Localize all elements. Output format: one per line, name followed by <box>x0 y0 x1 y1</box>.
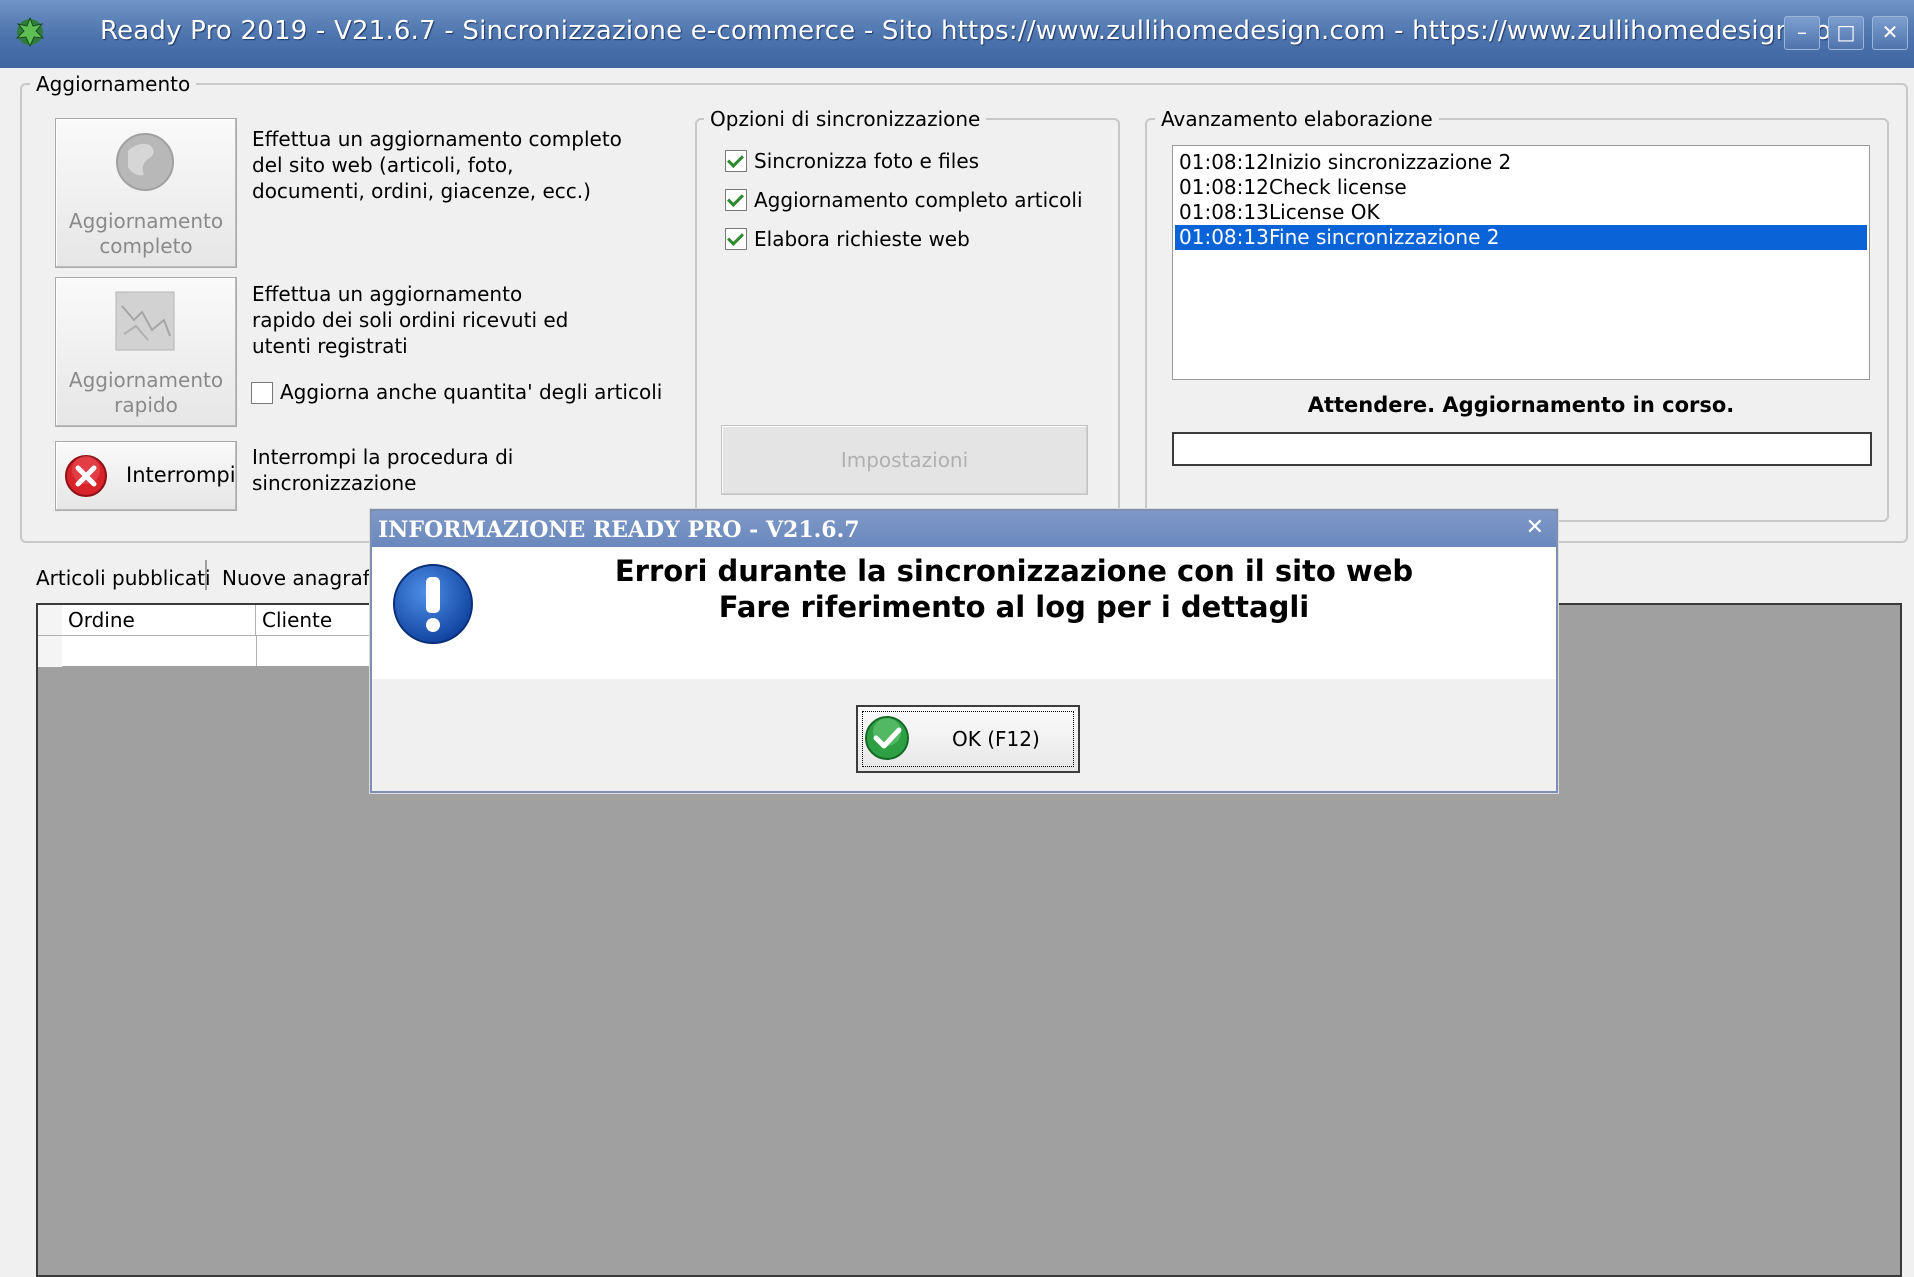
aggiornamento-completo-description: Effettua un aggiornamento completo del s… <box>252 126 622 204</box>
dialog-message-line: Errori durante la sincronizzazione con i… <box>614 554 1414 588</box>
log-text: Fine sincronizzazione 2 <box>1269 225 1500 249</box>
dialog-title-bar[interactable]: INFORMAZIONE READY PRO - V21.6.7 ✕ <box>372 511 1556 547</box>
window-title-bar[interactable]: Ready Pro 2019 - V21.6.7 - Sincronizzazi… <box>0 0 1914 68</box>
aggiornamento-rapido-description: Effettua un aggiornamento rapido dei sol… <box>252 281 568 359</box>
grid-cell[interactable] <box>62 636 257 666</box>
ok-label: OK (F12) <box>952 727 1040 751</box>
interrompi-button[interactable]: Interrompi <box>55 441 237 511</box>
aggiornamento-completo-articoli-checkbox[interactable] <box>725 189 747 211</box>
tab-nuove-anagrafiche[interactable]: Nuove anagrafi <box>222 566 375 590</box>
impostazioni-button[interactable]: Impostazioni <box>721 425 1088 495</box>
window-title: Ready Pro 2019 - V21.6.7 - Sincronizzazi… <box>100 16 1857 46</box>
elabora-richieste-web-label: Elabora richieste web <box>754 227 970 251</box>
row-header-column <box>38 605 63 667</box>
sincronizza-foto-checkbox[interactable] <box>725 150 747 172</box>
dialog-title: INFORMAZIONE READY PRO - V21.6.7 <box>378 517 860 543</box>
dialog-close-icon[interactable]: ✕ <box>1526 515 1544 540</box>
progress-bar <box>1172 432 1872 466</box>
tab-separator <box>205 560 207 590</box>
desc-line: documenti, ordini, giacenze, ecc.) <box>252 179 591 203</box>
close-button[interactable]: ✕ <box>1872 16 1908 50</box>
desc-line: sincronizzazione <box>252 471 417 495</box>
aggiorna-quantita-label: Aggiorna anche quantita' degli articoli <box>280 380 663 404</box>
dialog-message: Errori durante la sincronizzazione con i… <box>484 553 1544 625</box>
log-time: 01:08:12 <box>1179 150 1269 174</box>
desc-line: rapido dei soli ordini ricevuti ed <box>252 308 569 332</box>
app-icon <box>12 14 48 50</box>
log-entry-selected[interactable]: 01:08:13Fine sincronizzazione 2 <box>1175 225 1867 250</box>
globe-icon <box>114 131 176 193</box>
log-entry[interactable]: 01:08:13License OK <box>1175 200 1867 225</box>
stop-icon <box>64 454 108 498</box>
elabora-richieste-web-checkbox[interactable] <box>725 228 747 250</box>
aggiornamento-completo-button[interactable]: Aggiornamento completo <box>55 118 237 268</box>
dialog-message-line: Fare riferimento al log per i dettagli <box>718 590 1310 624</box>
avanzamento-group-label: Avanzamento elaborazione <box>1155 107 1439 131</box>
info-exclamation-icon <box>392 563 474 645</box>
log-listbox[interactable]: 01:08:12Inizio sincronizzazione 2 01:08:… <box>1172 145 1870 380</box>
desc-line: utenti registrati <box>252 334 408 358</box>
ok-button[interactable]: OK (F12) <box>856 705 1080 773</box>
log-time: 01:08:13 <box>1179 200 1269 224</box>
aggiornamento-rapido-label-1: Aggiornamento <box>68 368 224 392</box>
log-time: 01:08:13 <box>1179 225 1269 249</box>
log-text: License OK <box>1269 200 1380 224</box>
aggiornamento-rapido-button[interactable]: Aggiornamento rapido <box>55 277 237 427</box>
desc-line: del sito web (articoli, foto, <box>252 153 514 177</box>
aggiornamento-completo-articoli-label: Aggiornamento completo articoli <box>754 188 1083 212</box>
log-time: 01:08:12 <box>1179 175 1269 199</box>
opzioni-group-label: Opzioni di sincronizzazione <box>704 107 987 131</box>
information-dialog: INFORMAZIONE READY PRO - V21.6.7 ✕ Error… <box>370 509 1558 793</box>
status-text: Attendere. Aggiornamento in corso. <box>1307 393 1735 417</box>
aggiornamento-rapido-label-2: rapido <box>114 393 178 417</box>
log-text: Inizio sincronizzazione 2 <box>1269 150 1512 174</box>
log-entry[interactable]: 01:08:12Check license <box>1175 175 1867 200</box>
minimize-button[interactable]: – <box>1784 16 1820 50</box>
interrompi-label: Interrompi <box>126 463 236 487</box>
aggiornamento-group-label: Aggiornamento <box>30 72 197 96</box>
desc-line: Effettua un aggiornamento completo <box>252 127 622 151</box>
aggiornamento-completo-label-1: Aggiornamento <box>68 209 224 233</box>
aggiorna-quantita-checkbox[interactable] <box>251 382 273 404</box>
maximize-button[interactable]: □ <box>1828 16 1864 50</box>
log-text: Check license <box>1269 175 1407 199</box>
column-header-ordine[interactable]: Ordine <box>62 605 256 636</box>
checkmark-icon <box>864 715 910 761</box>
impostazioni-label: Impostazioni <box>840 448 969 472</box>
tab-articoli-pubblicati[interactable]: Articoli pubblicati <box>36 566 211 590</box>
log-entry[interactable]: 01:08:12Inizio sincronizzazione 2 <box>1175 150 1867 175</box>
sincronizza-foto-label: Sincronizza foto e files <box>754 149 980 173</box>
desc-line: Interrompi la procedura di <box>252 445 514 469</box>
interrompi-description: Interrompi la procedura di sincronizzazi… <box>252 444 513 496</box>
map-icon <box>114 290 176 352</box>
aggiornamento-completo-label-2: completo <box>99 234 193 258</box>
desc-line: Effettua un aggiornamento <box>252 282 523 306</box>
